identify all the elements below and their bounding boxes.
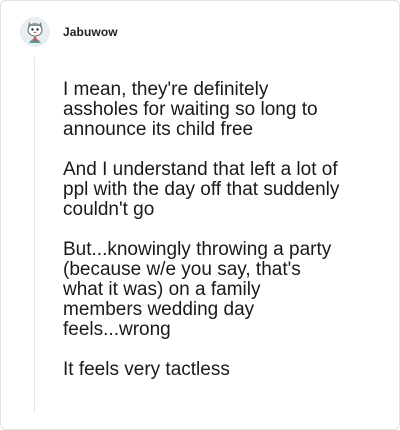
avatar[interactable] <box>20 17 50 47</box>
comment-body: I mean, they're definitely assholes for … <box>63 80 389 380</box>
comment-paragraph: And I understand that left a lot of ppl … <box>63 159 340 220</box>
cartoon-avatar-icon <box>20 17 50 47</box>
comment-paragraph: I mean, they're definitely assholes for … <box>63 79 318 140</box>
comment-paragraph: It feels very tactless <box>63 359 230 380</box>
comment-paragraph: But...knowingly throwing a party (becaus… <box>63 239 332 340</box>
comment-card: Jabuwow I mean, they're definitely assho… <box>0 0 400 430</box>
thread-line <box>34 57 35 413</box>
comment-header: Jabuwow <box>20 17 118 47</box>
username[interactable]: Jabuwow <box>63 25 118 39</box>
